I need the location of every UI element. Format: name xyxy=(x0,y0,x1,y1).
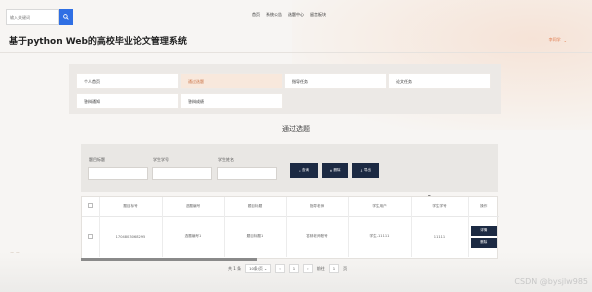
data-table: 题目标号 选题编号 题目标题 指导老师 学生用户 学生学号 操作 1704803… xyxy=(81,196,499,259)
next-page-button[interactable]: › xyxy=(303,264,313,273)
menu-item-home[interactable]: 个人首页 xyxy=(76,73,179,89)
chevron-down-icon: ⌄ xyxy=(264,266,268,271)
query-button[interactable]: ⌕ 查询 xyxy=(290,163,318,178)
trash-icon: ✕ xyxy=(329,168,333,173)
table-cell: 题目标题1 xyxy=(224,216,287,257)
table-cell: 选题编号1 xyxy=(162,216,225,257)
site-title: 基于python Web的高校毕业论文管理系统 xyxy=(9,37,187,47)
table-cell: 1704803068295 xyxy=(99,216,163,257)
goto-label: 前往 xyxy=(316,265,325,271)
select-all-cell xyxy=(82,197,100,216)
col-header: 指导老师 xyxy=(286,197,349,216)
menu-item-guidance-tasks[interactable]: 指导任务 xyxy=(284,73,387,89)
col-header: 学生学号 xyxy=(411,197,469,216)
table-cell: 11111 xyxy=(411,216,469,257)
filter-label-student-name: 学生姓名 xyxy=(218,157,234,162)
filter-title-input[interactable] xyxy=(88,167,148,180)
filter-student-id-input[interactable] xyxy=(152,167,212,180)
nav-home[interactable]: 首页 xyxy=(252,12,260,18)
delete-button[interactable]: ✕ 删除 xyxy=(322,163,348,178)
goto-page-input[interactable]: 1 xyxy=(328,264,340,273)
search-icon xyxy=(63,14,69,20)
nav-announcement[interactable]: 系统公告 xyxy=(266,12,282,18)
page-size-select[interactable]: 10条/页 ⌄ xyxy=(245,264,272,273)
table-cell: 学生-11111 xyxy=(348,216,412,257)
delete-button-label: 删除 xyxy=(333,168,341,172)
table-cell: 答辩老师账号 xyxy=(286,216,349,257)
user-name: 李同学 xyxy=(548,37,561,42)
top-nav: 首页 系统公告 选题中心 留言板块 xyxy=(252,12,326,18)
search-bar xyxy=(6,9,73,25)
menu-item-approved-topics[interactable]: 通过选题 xyxy=(180,73,283,89)
detail-button[interactable]: 详情 xyxy=(470,225,497,236)
table-row: 1704803068295 选题编号1 题目标题1 答辩老师账号 学生-1111… xyxy=(82,216,499,257)
page-number-current[interactable]: 1 xyxy=(288,264,300,273)
signature-decoration: ~ ~ xyxy=(10,250,20,256)
export-button-label: 导出 xyxy=(363,168,371,172)
table-header: 题目标号 选题编号 题目标题 指导老师 学生用户 学生学号 操作 xyxy=(82,197,499,216)
export-icon: ⇩ xyxy=(360,168,363,173)
page-title: 通过选题 xyxy=(282,125,310,133)
header-divider xyxy=(0,52,592,53)
menu-item-defense-score[interactable]: 答辩成绩 xyxy=(180,93,283,109)
row-checkbox[interactable] xyxy=(87,233,93,239)
export-button[interactable]: ⇩ 导出 xyxy=(352,163,379,178)
chevron-down-icon: ⌄ xyxy=(563,37,567,43)
chevron-left-icon: ‹ xyxy=(279,266,281,271)
chevron-right-icon: › xyxy=(307,266,309,271)
filter-student-name-input[interactable] xyxy=(217,167,277,180)
nav-topic-center[interactable]: 选题中心 xyxy=(288,12,304,18)
goto-suffix: 页 xyxy=(343,265,348,271)
search-icon: ⌕ xyxy=(299,168,301,173)
query-button-label: 查询 xyxy=(301,168,309,172)
row-delete-button[interactable]: 删除 xyxy=(470,237,497,248)
pagination: 共 1 条 10条/页 ⌄ ‹ 1 › 前往 1 页 xyxy=(228,264,347,273)
filter-label-title: 题目标题 xyxy=(89,157,105,162)
menu-item-thesis-tasks[interactable]: 论文任务 xyxy=(388,73,491,89)
prev-page-button[interactable]: ‹ xyxy=(275,264,285,273)
col-header: 题目标号 xyxy=(99,197,163,216)
nav-message-board[interactable]: 留言板块 xyxy=(310,12,326,18)
pagination-total: 共 1 条 xyxy=(228,265,242,271)
select-all-checkbox[interactable] xyxy=(87,203,93,209)
page-size-value: 10条/页 xyxy=(249,265,263,271)
row-select-cell xyxy=(82,216,100,257)
col-header: 学生用户 xyxy=(348,197,412,216)
col-header: 选题编号 xyxy=(162,197,225,216)
col-header: 题目标题 xyxy=(224,197,287,216)
search-button[interactable] xyxy=(59,9,73,25)
table-horizontal-scrollbar[interactable] xyxy=(81,258,257,261)
col-header: 操作 xyxy=(480,203,488,208)
filter-label-student-id: 学生学号 xyxy=(153,157,169,162)
row-actions: 详情 删除 xyxy=(468,216,499,257)
user-menu[interactable]: 李同学 ⌄ xyxy=(549,37,567,43)
search-input[interactable] xyxy=(6,9,59,25)
menu-item-defense-notice[interactable]: 答辩通知 xyxy=(76,93,179,109)
watermark: CSDN @bysjlw985 xyxy=(514,277,588,286)
